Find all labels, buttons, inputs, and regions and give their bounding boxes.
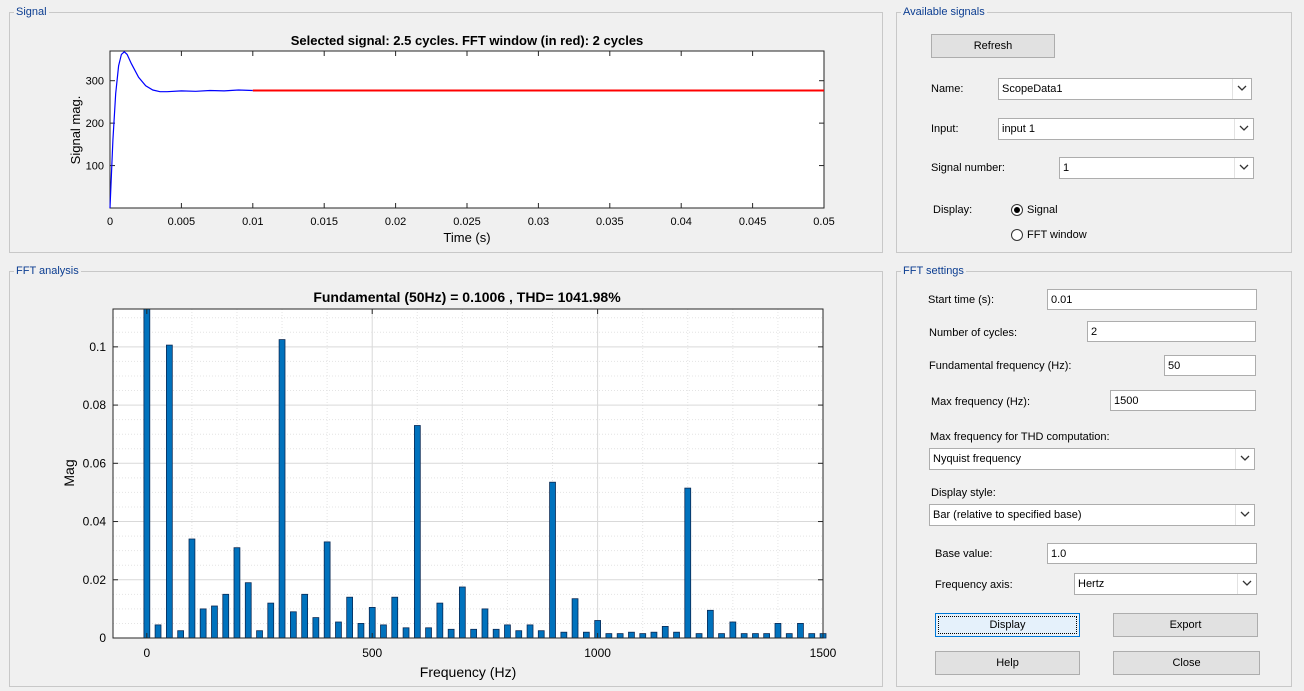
display-signal-radio[interactable] (1011, 204, 1023, 216)
thd-max-frequency-dropdown[interactable]: Nyquist frequency (929, 448, 1255, 470)
signal-number-dropdown[interactable]: 1 (1059, 157, 1254, 179)
fundamental-frequency-label: Fundamental frequency (Hz): (929, 360, 1072, 372)
display-signal-label[interactable]: Signal (1027, 203, 1058, 217)
refresh-button[interactable]: Refresh (931, 34, 1055, 58)
signal-number-value: 1 (1063, 162, 1070, 174)
fft-panel: FFT analysis (9, 265, 883, 687)
fundamental-frequency-input[interactable] (1164, 355, 1256, 376)
frequency-axis-dropdown[interactable]: Hertz (1074, 573, 1257, 595)
signal-number-label: Signal number: (931, 162, 1005, 174)
help-button[interactable]: Help (935, 651, 1080, 675)
name-dropdown-value: ScopeData1 (1002, 83, 1063, 95)
base-value-input[interactable] (1047, 543, 1257, 564)
available-signals-title: Available signals (901, 6, 987, 19)
cycles-label: Number of cycles: (929, 327, 1018, 339)
frequency-axis-label: Frequency axis: (935, 579, 1013, 591)
start-time-input[interactable] (1047, 289, 1257, 310)
chevron-down-icon (1240, 455, 1250, 461)
display-fft-window-radio[interactable] (1011, 229, 1023, 241)
input-dropdown[interactable]: input 1 (998, 118, 1254, 140)
fft-panel-title: FFT analysis (14, 265, 81, 278)
display-style-dropdown[interactable]: Bar (relative to specified base) (929, 504, 1255, 526)
max-frequency-input[interactable] (1110, 390, 1256, 411)
name-label: Name: (931, 83, 964, 95)
close-button[interactable]: Close (1113, 651, 1260, 675)
chevron-down-icon (1240, 511, 1250, 517)
display-label: Display: (933, 204, 973, 216)
chevron-down-icon (1239, 164, 1249, 170)
thd-max-frequency-value: Nyquist frequency (933, 453, 1022, 465)
start-time-label: Start time (s): (928, 294, 995, 306)
name-dropdown[interactable]: ScopeData1 (998, 78, 1252, 100)
frequency-axis-value: Hertz (1078, 578, 1105, 590)
signal-panel: Signal (9, 6, 883, 253)
fft-settings-title: FFT settings (901, 265, 966, 278)
chevron-down-icon (1242, 580, 1252, 586)
chevron-down-icon (1237, 85, 1247, 91)
display-style-label: Display style: (931, 487, 996, 499)
base-value-label: Base value: (935, 548, 993, 560)
input-label: Input: (931, 123, 959, 135)
display-style-value: Bar (relative to specified base) (933, 509, 1082, 521)
thd-max-frequency-label: Max frequency for THD computation: (930, 431, 1110, 443)
export-button[interactable]: Export (1113, 613, 1258, 637)
signal-panel-title: Signal (14, 6, 49, 19)
display-fft-window-label[interactable]: FFT window (1027, 228, 1087, 242)
cycles-input[interactable] (1087, 321, 1256, 342)
max-frequency-label: Max frequency (Hz): (931, 396, 1031, 408)
input-dropdown-value: input 1 (1002, 123, 1036, 135)
chevron-down-icon (1239, 125, 1249, 131)
display-button[interactable]: Display (935, 613, 1080, 637)
